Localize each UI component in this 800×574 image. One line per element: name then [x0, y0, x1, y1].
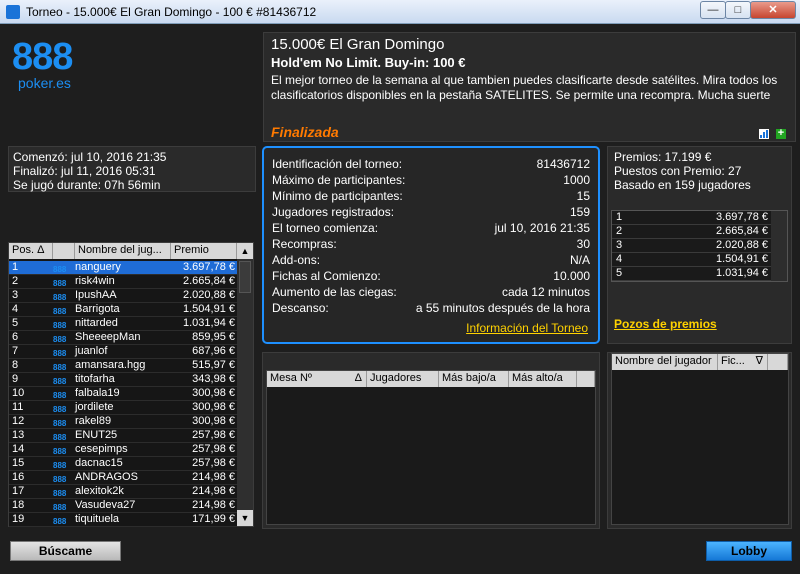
status-badge: Finalizada — [271, 124, 339, 140]
table-players-list: Nombre del jugador Fic... ∇ — [611, 353, 789, 525]
tournament-subtitle: Hold'em No Limit. Buy-in: 100 € — [271, 55, 466, 70]
total-prize: Premios: 17.199 € — [614, 150, 712, 164]
888-badge-icon: 888 — [53, 517, 67, 526]
table-row[interactable]: 15 888 dacnac15 257,98 € — [9, 457, 237, 471]
888-poker-logo: 888 poker.es — [12, 38, 102, 98]
table-row[interactable]: 6 888 SheeeepMan 859,95 € — [9, 331, 237, 345]
column-header-chips[interactable]: Fic... ∇ — [718, 354, 768, 370]
window-title: Torneo - 15.000€ El Gran Domingo - 100 €… — [26, 5, 317, 19]
table-row[interactable]: 8 888 amansara.hgg 515,97 € — [9, 359, 237, 373]
info-row: Recompras: 30 — [272, 237, 590, 251]
tournament-description-panel: 15.000€ El Gran Domingo Hold'em No Limit… — [263, 32, 796, 142]
stats-icon[interactable] — [759, 129, 769, 139]
players-scrollbar[interactable]: ▲ ▼ — [237, 243, 253, 526]
column-header-highest[interactable]: Más alto/a — [509, 371, 577, 387]
list-item: 4 1.504,91 € — [612, 253, 772, 267]
minimize-button[interactable]: — — [700, 1, 726, 19]
tournament-info-link[interactable]: Información del Torneo — [466, 321, 588, 335]
info-row: Aumento de las ciegas: cada 12 minutos — [272, 285, 590, 299]
column-header-name[interactable]: Nombre del jug... — [75, 243, 171, 259]
column-header-players[interactable]: Jugadores — [367, 371, 439, 387]
column-header-lowest[interactable]: Más bajo/a — [439, 371, 509, 387]
column-header-table[interactable]: Mesa Nº Δ — [267, 371, 367, 387]
prize-list: 1 3.697,78 € 2 2.665,84 € 3 2.020,88 € 4 1.5… — [611, 210, 788, 282]
scroll-down-icon[interactable]: ▼ — [237, 510, 253, 526]
paid-places: Puestos con Premio: 27 — [614, 164, 742, 178]
list-item: 1 3.697,78 € — [612, 211, 772, 225]
table-row[interactable]: 9 888 titofarha 343,98 € — [9, 373, 237, 387]
info-row: Add-ons: N/A — [272, 253, 590, 267]
started-time: Comenzó: jul 10, 2016 21:35 — [13, 150, 167, 164]
ended-time: Finalizó: jul 11, 2016 05:31 — [13, 164, 156, 178]
table-row[interactable]: 18 888 Vasudeva27 214,98 € — [9, 499, 237, 513]
list-item: 2 2.665,84 € — [612, 225, 772, 239]
column-header-badge[interactable] — [53, 243, 75, 259]
prize-list-scrollbar[interactable] — [771, 211, 787, 281]
table-row[interactable]: 11 888 jordilete 300,98 € — [9, 401, 237, 415]
window-titlebar: Torneo - 15.000€ El Gran Domingo - 100 €… — [0, 0, 800, 24]
column-header-filler — [768, 354, 788, 370]
main-area: 888 poker.es 15.000€ El Gran Domingo Hol… — [0, 24, 800, 574]
column-header-player-name[interactable]: Nombre del jugador — [612, 354, 718, 370]
table-row[interactable]: 13 888 ENUT25 257,98 € — [9, 429, 237, 443]
column-header-prize[interactable]: Premio — [171, 243, 237, 259]
close-button[interactable]: ✕ — [750, 1, 796, 19]
sort-icon: Δ — [354, 372, 362, 384]
players-table: Pos. Δ Nombre del jug... Premio 1 888 nang… — [8, 242, 254, 527]
table-row[interactable]: 4 888 Barrigota 1.504,91 € — [9, 303, 237, 317]
tournament-title: 15.000€ El Gran Domingo — [271, 36, 445, 53]
table-row[interactable]: 3 888 IpushAA 2.020,88 € — [9, 289, 237, 303]
list-item: 5 1.031,94 € — [612, 267, 772, 281]
logo-main-text: 888 — [12, 36, 73, 78]
app-icon — [6, 5, 20, 19]
prizes-panel: Premios: 17.199 € Puestos con Premio: 27… — [607, 146, 792, 344]
info-row: El torneo comienza: jul 10, 2016 21:35 — [272, 221, 590, 235]
tournament-description: El mejor torneo de la semana al que tamb… — [271, 73, 778, 102]
tables-list: Mesa Nº Δ Jugadores Más bajo/a Más alto/a — [266, 370, 596, 525]
column-header-filler — [577, 371, 595, 387]
table-row[interactable]: 14 888 cesepimps 257,98 € — [9, 443, 237, 457]
table-players-panel: Nombre del jugador Fic... ∇ — [607, 352, 792, 529]
table-row[interactable]: 16 888 ANDRAGOS 214,98 € — [9, 471, 237, 485]
info-row: Jugadores registrados: 159 — [272, 205, 590, 219]
sort-icon: Δ — [37, 244, 45, 256]
info-row: Descanso: a 55 minutos después de la hora — [272, 301, 590, 315]
table-row[interactable]: 10 888 falbala19 300,98 € — [9, 387, 237, 401]
list-item: 3 2.020,88 € — [612, 239, 772, 253]
info-row: Identificación del torneo: 81436712 — [272, 157, 590, 171]
scroll-up-icon[interactable]: ▲ — [237, 243, 253, 259]
maximize-button[interactable]: □ — [725, 1, 751, 19]
column-header-pos[interactable]: Pos. Δ — [9, 243, 53, 259]
duration: Se jugó durante: 07h 56min — [13, 178, 161, 192]
logo-sub-text: poker.es — [18, 75, 71, 91]
tournament-info-panel: Identificación del torneo: 81436712 Máxim… — [262, 146, 600, 344]
table-row[interactable]: 7 888 juanlof 687,96 € — [9, 345, 237, 359]
info-row: Fichas al Comienzo: 10.000 — [272, 269, 590, 283]
table-row[interactable]: 1 888 nanguery 3.697,78 € — [9, 261, 237, 275]
table-row[interactable]: 19 888 tiquituela 171,99 € — [9, 513, 237, 527]
table-row[interactable]: 17 888 alexitok2k 214,98 € — [9, 485, 237, 499]
based-on-players: Basado en 159 jugadores — [614, 178, 751, 192]
info-row: Máximo de participantes: 1000 — [272, 173, 590, 187]
tables-panel: Mesa Nº Δ Jugadores Más bajo/a Más alto/a — [262, 352, 600, 529]
info-row: Mínimo de participantes: 15 — [272, 189, 590, 203]
sort-icon: ∇ — [755, 355, 763, 367]
prize-pools-link[interactable]: Pozos de premios — [614, 317, 717, 331]
find-me-button[interactable]: Búscame — [10, 541, 121, 561]
tournament-times-panel: Comenzó: jul 10, 2016 21:35 Finalizó: ju… — [8, 146, 256, 192]
scroll-thumb[interactable] — [239, 261, 251, 293]
table-row[interactable]: 5 888 nittarded 1.031,94 € — [9, 317, 237, 331]
lobby-button[interactable]: Lobby — [706, 541, 792, 561]
add-icon[interactable]: + — [776, 128, 786, 139]
table-row[interactable]: 12 888 rakel89 300,98 € — [9, 415, 237, 429]
table-row[interactable]: 2 888 risk4win 2.665,84 € — [9, 275, 237, 289]
